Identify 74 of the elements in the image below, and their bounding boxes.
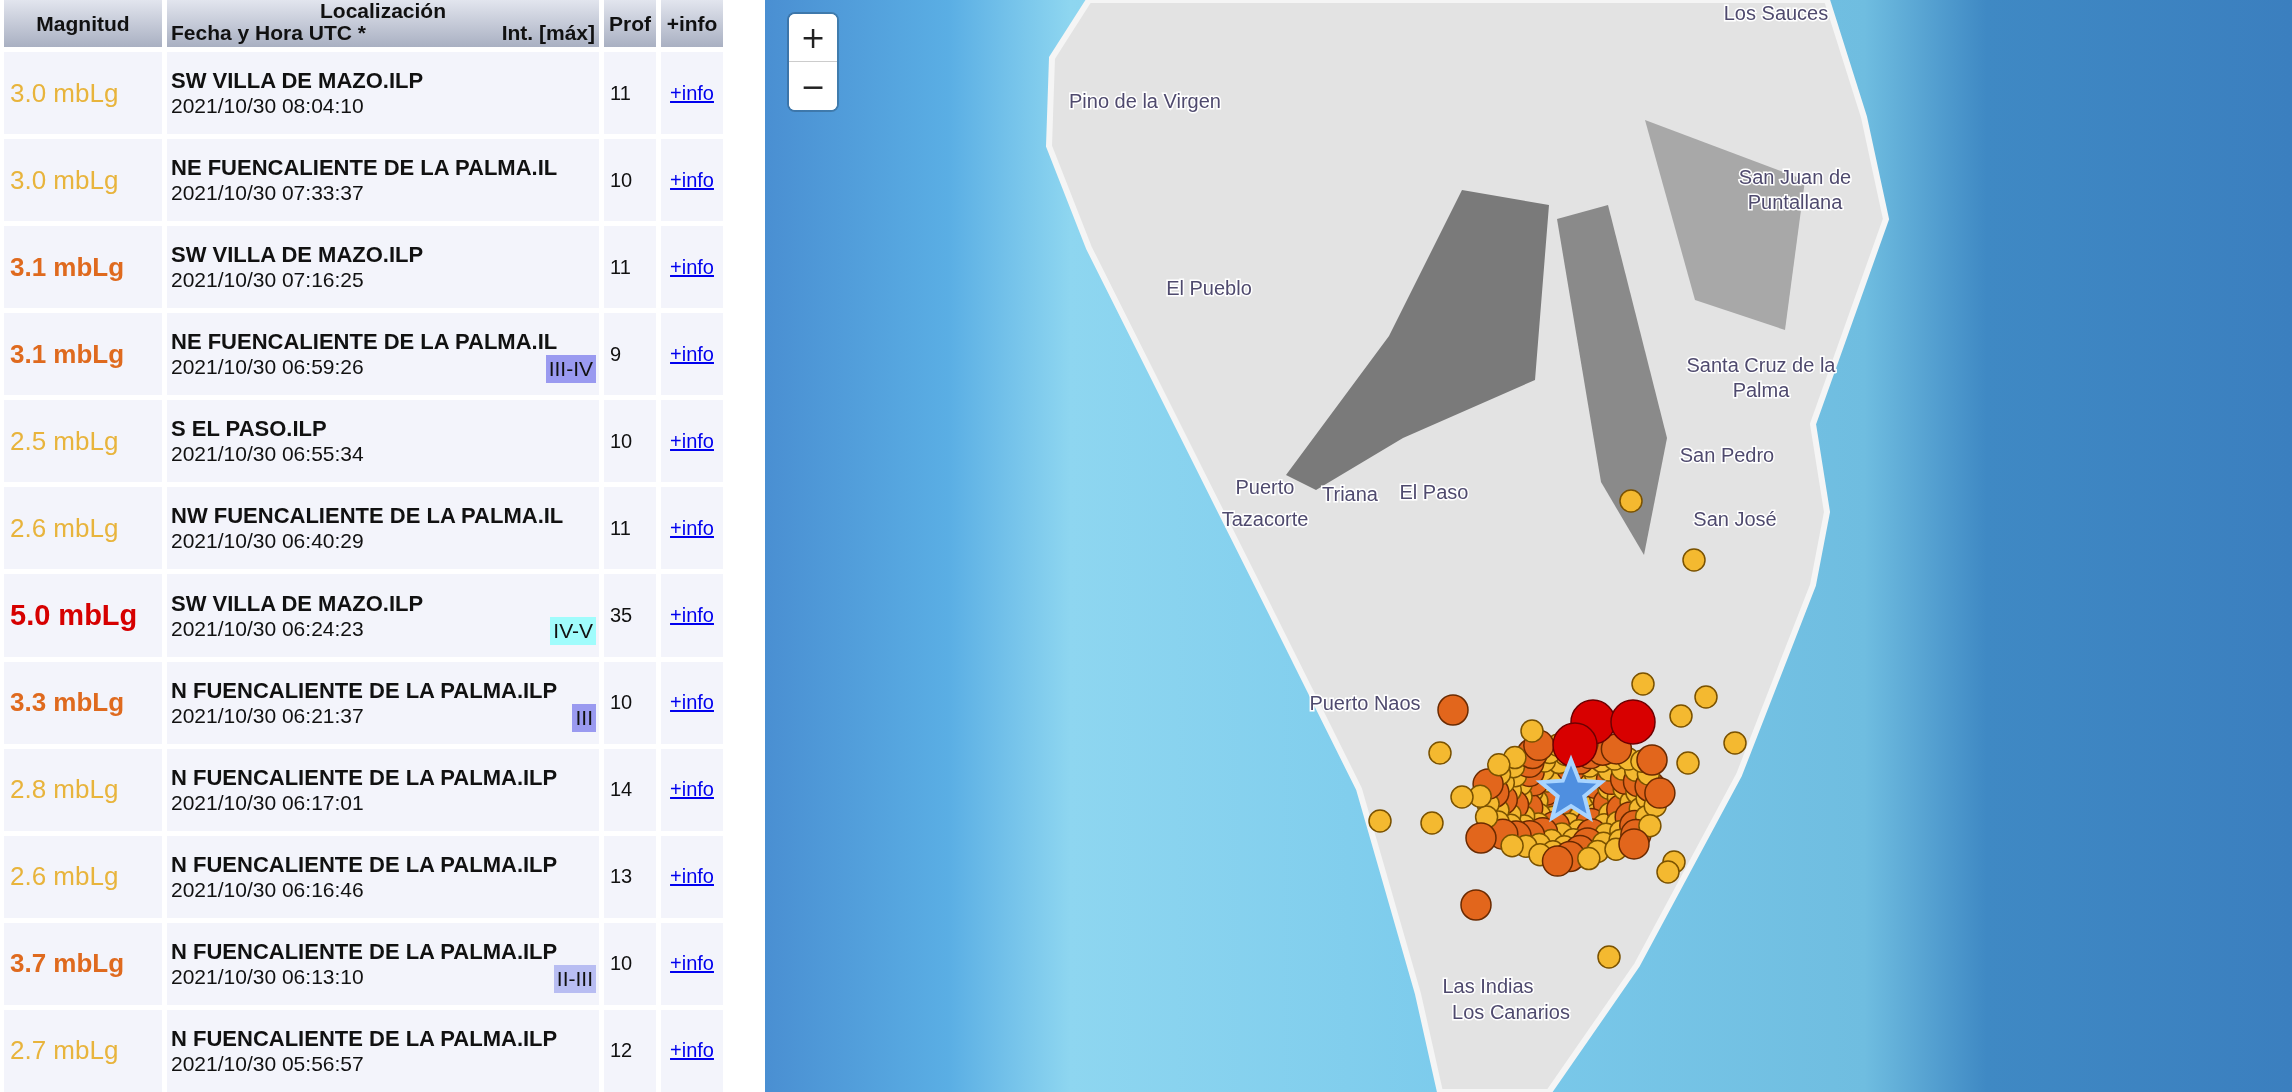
magnitude-text: 2.6 mbLg [9, 861, 119, 893]
datetime-text: 2021/10/30 07:16:25 [171, 267, 364, 293]
datetime-text: 2021/10/30 06:24:23 [171, 615, 364, 641]
location-text: N FUENCALIENTE DE LA PALMA.ILP [171, 764, 558, 790]
column-header: Localización [319, 0, 447, 22]
location-text: S EL PASO.ILP [171, 416, 327, 442]
place-label: Puerto Tazacorte [1221, 476, 1309, 530]
location-text: N FUENCALIENTE DE LA PALMA.ILP [171, 677, 558, 703]
depth-text: 11 [610, 516, 631, 540]
column-header: Fecha y Hora UTC * [171, 22, 366, 44]
place-label: San Pedro [1679, 444, 1775, 466]
location-text: NE FUENCALIENTE DE LA PALMA.IL [171, 329, 558, 355]
column-header: Int. [máx] [501, 22, 595, 44]
depth-text: 11 [610, 81, 631, 105]
depth-text: 35 [610, 604, 633, 627]
location-text: N FUENCALIENTE DE LA PALMA.ILP [171, 851, 558, 877]
magnitude-text: 2.6 mbLg [9, 512, 119, 544]
location-text: N FUENCALIENTE DE LA PALMA.ILP [171, 1025, 558, 1051]
depth-text: 10 [610, 952, 633, 976]
star-icon [1535, 754, 1607, 823]
magnitude-text: 2.7 mbLg [9, 1035, 119, 1067]
place-label: Las Indias [1442, 975, 1534, 997]
datetime-text: 2021/10/30 06:13:10 [171, 963, 364, 989]
depth-text: 9 [610, 342, 622, 366]
column-header: Magnitud [36, 11, 130, 36]
depth-text: 12 [610, 1039, 633, 1063]
depth-text: 11 [610, 255, 631, 279]
zoom-in-button[interactable]: + [789, 14, 837, 62]
magnitude-text: 3.0 mbLg [9, 164, 119, 196]
info-link[interactable]: +info [670, 604, 714, 627]
location-text: N FUENCALIENTE DE LA PALMA.ILP [171, 938, 558, 964]
column-header: +info [666, 11, 718, 36]
location-text: SW VILLA DE MAZO.ILP [171, 68, 424, 94]
datetime-text: 2021/10/30 06:40:29 [171, 528, 364, 554]
place-label: El Pueblo [1166, 277, 1252, 299]
place-label: Los Sauces [1723, 2, 1829, 24]
place-label: El Paso [1399, 481, 1469, 503]
location-text: NE FUENCALIENTE DE LA PALMA.IL [171, 155, 558, 181]
magnitude-text: 3.7 mbLg [9, 948, 125, 980]
datetime-text: 2021/10/30 06:16:46 [171, 876, 364, 902]
datetime-text: 2021/10/30 07:33:37 [171, 180, 364, 206]
intensity-badge: II-III [553, 964, 596, 993]
depth-text: 10 [610, 691, 633, 715]
place-label: Los Canarios [1452, 1001, 1570, 1023]
datetime-text: 2021/10/30 06:21:37 [171, 702, 364, 728]
place-label: San Juan de Puntallana [1738, 166, 1852, 213]
magnitude-text: 3.1 mbLg [9, 251, 125, 283]
intensity-badge: III-IV [545, 355, 596, 384]
place-label: Santa Cruz de la Palma [1686, 354, 1836, 401]
magnitude-text: 3.0 mbLg [9, 77, 119, 109]
datetime-text: 2021/10/30 06:17:01 [171, 789, 364, 815]
intensity-badge: III [572, 703, 596, 732]
datetime-text: 2021/10/30 06:55:34 [171, 441, 364, 467]
magnitude-text: 5.0 mbLg [9, 599, 138, 632]
location-text: NW FUENCALIENTE DE LA PALMA.IL [171, 503, 564, 529]
depth-text: 10 [610, 429, 633, 453]
location-text: SW VILLA DE MAZO.ILP [171, 590, 424, 616]
magnitude-text: 3.3 mbLg [9, 687, 125, 719]
magnitude-text: 2.5 mbLg [9, 425, 119, 457]
magnitude-text: 3.1 mbLg [9, 338, 125, 370]
location-text: SW VILLA DE MAZO.ILP [171, 242, 424, 268]
magnitude-text: 2.8 mbLg [9, 774, 119, 806]
depth-text: 10 [610, 168, 633, 192]
depth-text: 13 [610, 865, 633, 889]
datetime-text: 2021/10/30 05:56:57 [171, 1050, 364, 1076]
datetime-text: 2021/10/30 06:59:26 [171, 354, 364, 380]
column-header: Prof [609, 11, 651, 36]
place-label: Triana [1322, 483, 1378, 505]
datetime-text: 2021/10/30 08:04:10 [171, 93, 364, 119]
place-label: Pino de la Virgen [1069, 90, 1221, 112]
intensity-badge: IV-V [550, 616, 596, 645]
place-label: San José [1693, 508, 1777, 530]
place-label: Puerto Naos [1309, 692, 1421, 714]
depth-text: 14 [610, 778, 633, 802]
